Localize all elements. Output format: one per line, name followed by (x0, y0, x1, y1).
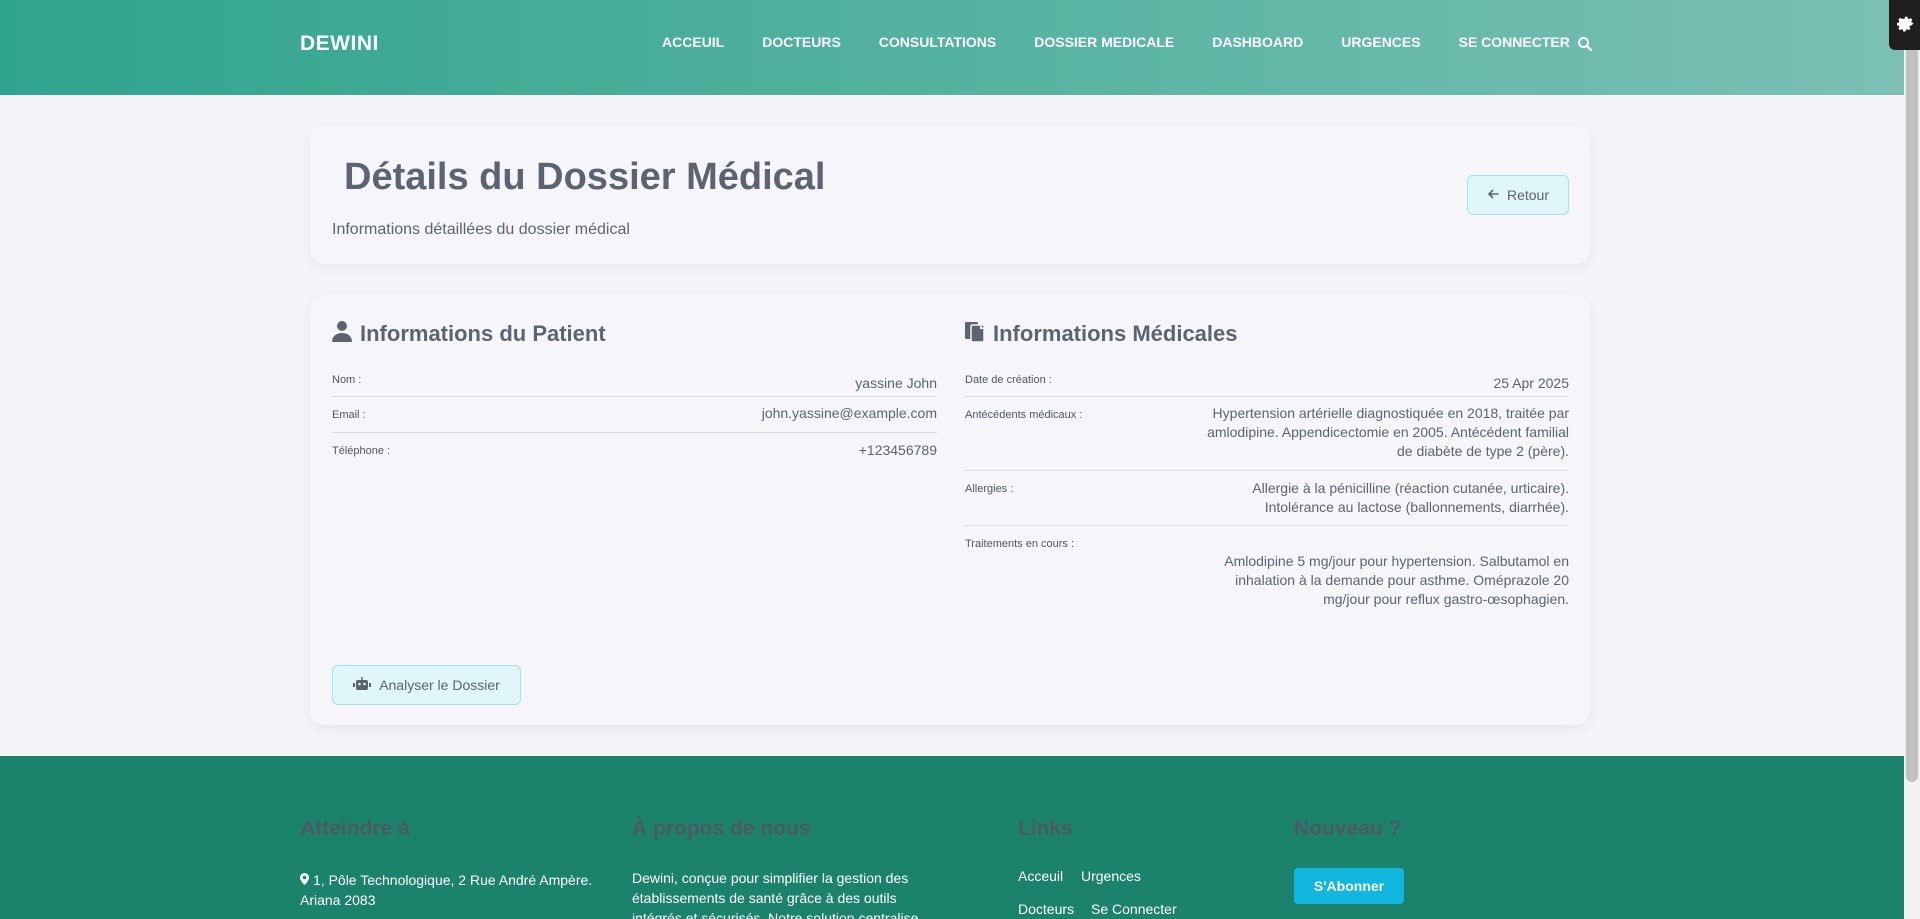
patient-row-nom: Nom : yassine John (332, 362, 937, 397)
footer-heading-about: À propos de nous (632, 817, 811, 840)
robot-icon (353, 676, 372, 694)
nav-se-connecter[interactable]: SE CONNECTER (1459, 34, 1570, 50)
medical-row-traitements: Traitements en cours : Amlodipine 5 mg/j… (965, 526, 1569, 608)
footer-link-se-connecter[interactable]: Se Connecter (1091, 901, 1177, 917)
footer-link-acceuil[interactable]: Acceuil (1018, 868, 1063, 884)
medical-row-date: Date de création : 25 Apr 2025 (965, 362, 1569, 397)
nav-dashboard[interactable]: DASHBOARD (1212, 34, 1303, 50)
footer-about-text: Dewini, conçue pour simplifier la gestio… (632, 870, 919, 919)
page-title: Détails du Dossier Médical (344, 156, 826, 198)
row-label: Téléphone : (332, 445, 391, 457)
footer-heading-newsletter: Nouveau ? (1294, 817, 1402, 840)
copy-icon (965, 320, 985, 348)
footer-heading-reach: Atteindre à (300, 817, 410, 840)
details-card: Informations du Patient Nom : yassine Jo… (310, 295, 1590, 725)
gear-icon (1894, 12, 1916, 39)
footer-heading-links: Links (1018, 817, 1073, 840)
footer-address: 1, Pôle Technologique, 2 Rue André Ampèr… (300, 870, 610, 910)
footer-link-urgences[interactable]: Urgences (1081, 868, 1141, 884)
footer-address-text: 1, Pôle Technologique, 2 Rue André Ampèr… (300, 872, 593, 908)
search-icon[interactable] (1577, 36, 1593, 52)
medical-row-antecedents: Antécédents médicaux : Hypertension arté… (965, 397, 1569, 471)
scrollbar-thumb[interactable] (1906, 2, 1918, 782)
medical-info-list: Date de création : 25 Apr 2025 Antécéden… (965, 362, 1569, 608)
row-label: Antécédents médicaux : (965, 409, 1083, 421)
page-subtitle: Informations détaillées du dossier médic… (332, 221, 630, 238)
row-value: Allergie à la pénicilline (réaction cuta… (1252, 480, 1569, 515)
patient-row-telephone: Téléphone : +123456789 (332, 433, 937, 469)
analyse-dossier-button[interactable]: Analyser le Dossier (332, 665, 521, 705)
row-value: +123456789 (858, 442, 937, 458)
footer-link-docteurs[interactable]: Docteurs (1018, 901, 1074, 917)
patient-row-email: Email : john.yassine@example.com (332, 397, 937, 433)
row-value: Hypertension artérielle diagnostiquée en… (1207, 405, 1569, 459)
row-label: Nom : (332, 374, 362, 386)
row-label: Email : (332, 409, 366, 421)
nav-dossier-medicale[interactable]: DOSSIER MEDICALE (1034, 34, 1174, 50)
medical-row-allergies: Allergies : Allergie à la pénicilline (r… (965, 471, 1569, 526)
row-label: Traitements en cours : (965, 538, 1075, 550)
medical-section-heading: Informations Médicales (965, 320, 1238, 348)
row-label: Allergies : (965, 483, 1014, 495)
nav-urgences[interactable]: URGENCES (1341, 34, 1420, 50)
nav-accueil[interactable]: ACCEUIL (662, 34, 724, 50)
back-button[interactable]: Retour (1467, 175, 1569, 215)
title-card: Détails du Dossier Médical Informations … (310, 126, 1590, 264)
nav-consultations[interactable]: CONSULTATIONS (879, 34, 996, 50)
top-navbar: DEWINI ACCEUIL DOCTEURS CONSULTATIONS DO… (0, 0, 1904, 95)
user-icon (332, 320, 352, 348)
subscribe-button[interactable]: S'Abonner (1294, 868, 1404, 904)
nav-docteurs[interactable]: DOCTEURS (762, 34, 841, 50)
settings-toggle[interactable] (1889, 0, 1920, 50)
patient-section-heading: Informations du Patient (332, 320, 606, 348)
patient-heading-label: Informations du Patient (360, 321, 606, 346)
map-marker-icon (300, 870, 309, 890)
row-label: Date de création : (965, 374, 1052, 386)
row-value: 25 Apr 2025 (1493, 375, 1569, 391)
site-footer: Atteindre à 1, Pôle Technologique, 2 Rue… (0, 756, 1904, 919)
main-nav: ACCEUIL DOCTEURS CONSULTATIONS DOSSIER M… (662, 34, 1608, 50)
row-value: john.yassine@example.com (761, 405, 937, 421)
medical-heading-label: Informations Médicales (993, 321, 1238, 346)
analyse-button-label: Analyser le Dossier (379, 677, 500, 693)
back-button-label: Retour (1506, 187, 1550, 203)
brand-logo[interactable]: DEWINI (300, 32, 379, 56)
arrow-left-icon (1487, 187, 1499, 203)
row-value: yassine John (855, 375, 937, 391)
patient-info-list: Nom : yassine John Email : john.yassine@… (332, 362, 937, 469)
